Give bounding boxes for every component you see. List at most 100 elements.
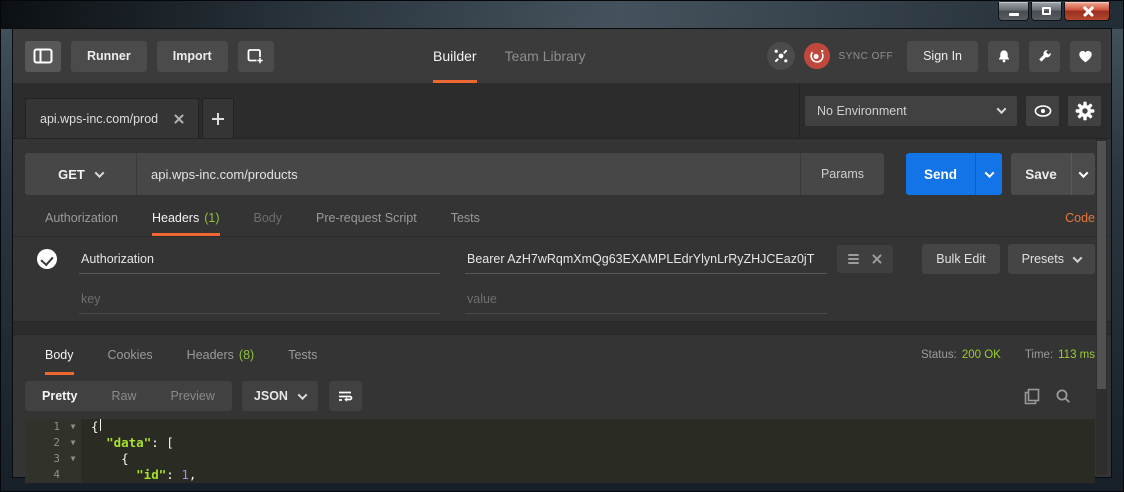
- header-value-input[interactable]: [465, 244, 827, 274]
- environment-preview-button[interactable]: [1026, 96, 1059, 126]
- response-tab-tests[interactable]: Tests: [288, 335, 317, 375]
- window-titlebar[interactable]: [1, 1, 1123, 29]
- viewer-right-icons: [1024, 388, 1095, 405]
- interceptor-button[interactable]: [767, 42, 795, 70]
- environment-area: No Environment: [799, 83, 1111, 138]
- header-key-input[interactable]: [79, 244, 440, 274]
- new-tab-button[interactable]: [202, 98, 234, 138]
- tab-team-library[interactable]: Team Library: [505, 29, 586, 83]
- wrap-text-button[interactable]: [329, 381, 362, 411]
- params-button[interactable]: Params: [800, 153, 884, 195]
- chevron-down-icon: [1079, 168, 1089, 178]
- plus-icon: [212, 113, 224, 125]
- sign-in-button[interactable]: Sign In: [907, 41, 978, 72]
- chevron-down-icon: [1073, 253, 1083, 263]
- header-right-group: SYNC OFF Sign In: [767, 41, 1101, 72]
- copy-icon[interactable]: [1024, 388, 1040, 405]
- header-enabled-checkbox[interactable]: [37, 249, 57, 269]
- view-mode-raw[interactable]: Raw: [94, 381, 153, 411]
- method-selector[interactable]: GET: [25, 153, 137, 195]
- sync-button[interactable]: [803, 42, 831, 70]
- request-editor-tabs: Authorization Headers(1) Body Pre-reques…: [13, 199, 1111, 237]
- response-body-code[interactable]: 1▼{2▼ "data": [3▼ {4 "id": 1,5 "name": "…: [25, 419, 1095, 483]
- save-button[interactable]: Save: [1011, 153, 1095, 195]
- maximize-button[interactable]: [1031, 2, 1062, 21]
- bulk-edit-button[interactable]: Bulk Edit: [922, 244, 999, 274]
- notifications-button[interactable]: [988, 41, 1019, 72]
- response-meta: Status: 200 OK Time: 113 ms: [921, 349, 1095, 361]
- import-button[interactable]: Import: [157, 41, 228, 72]
- tab-strip: api.wps-inc.com/prod No Environment: [13, 83, 1111, 139]
- status-label: Status:: [921, 349, 957, 361]
- sync-status-label: SYNC OFF: [839, 51, 894, 62]
- header-row: Bulk Edit Presets: [25, 239, 1095, 279]
- code-line: 4 "id": 1,: [25, 467, 1095, 483]
- new-window-button[interactable]: [238, 41, 274, 72]
- runner-button[interactable]: Runner: [71, 41, 147, 72]
- tab-authorization[interactable]: Authorization: [45, 199, 118, 236]
- response-tab-body[interactable]: Body: [45, 335, 74, 375]
- generate-code-link[interactable]: Code: [1065, 211, 1095, 225]
- url-row: GET Params Send Save: [25, 153, 1095, 195]
- presets-button[interactable]: Presets: [1008, 244, 1095, 274]
- app-root: Runner Import Builder Team Library SYNC …: [13, 29, 1111, 477]
- status-badge: 200 OK: [962, 349, 1001, 361]
- view-mode-pretty[interactable]: Pretty: [25, 381, 94, 411]
- close-button[interactable]: [1064, 2, 1110, 21]
- text-cursor: [100, 419, 102, 431]
- view-mode-preview[interactable]: Preview: [153, 381, 231, 411]
- maximize-icon: [1042, 7, 1051, 15]
- send-button[interactable]: Send: [906, 153, 1002, 195]
- url-bar: GET Params: [25, 153, 884, 195]
- settings-wrench-button[interactable]: [1029, 41, 1060, 72]
- tab-builder[interactable]: Builder: [433, 29, 477, 83]
- fold-toggle-icon[interactable]: ▼: [65, 419, 81, 435]
- sidebar-layout-icon: [33, 48, 53, 64]
- interceptor-icon: [772, 47, 790, 65]
- response-tab-cookies[interactable]: Cookies: [108, 335, 153, 375]
- drag-handle-icon[interactable]: [848, 254, 859, 264]
- environment-settings-button[interactable]: [1068, 96, 1101, 126]
- header-row-controls: [837, 245, 893, 273]
- header-toolbar: Runner Import Builder Team Library SYNC …: [13, 29, 1111, 83]
- scrollbar-thumb[interactable]: [1097, 141, 1106, 389]
- delete-row-icon[interactable]: [872, 254, 882, 264]
- format-selector[interactable]: JSON: [242, 381, 318, 411]
- headers-editor: Bulk Edit Presets: [13, 237, 1111, 319]
- tab-headers[interactable]: Headers(1): [152, 199, 220, 236]
- bell-icon: [997, 49, 1011, 63]
- sidebar-toggle-button[interactable]: [25, 41, 61, 72]
- tab-body[interactable]: Body: [254, 199, 283, 236]
- new-window-icon: [247, 48, 264, 64]
- chevron-down-icon: [997, 104, 1007, 114]
- chevron-down-icon: [298, 390, 308, 400]
- request-tab-title: api.wps-inc.com/prod: [40, 112, 158, 126]
- send-options-button[interactable]: [975, 153, 1002, 195]
- vertical-scrollbar[interactable]: [1096, 139, 1107, 475]
- save-options-button[interactable]: [1071, 153, 1095, 195]
- fold-toggle-icon[interactable]: ▼: [65, 435, 81, 451]
- new-header-value-input[interactable]: [465, 284, 827, 314]
- view-mode-segmented-control: Pretty Raw Preview: [25, 381, 232, 411]
- new-header-key-input[interactable]: [79, 284, 440, 314]
- request-tab-active[interactable]: api.wps-inc.com/prod: [25, 98, 199, 138]
- minimize-button[interactable]: [998, 2, 1029, 21]
- response-headers-count-badge: (8): [239, 348, 254, 362]
- response-tab-headers[interactable]: Headers(8): [187, 335, 255, 375]
- url-input[interactable]: [137, 153, 800, 195]
- environment-selector[interactable]: No Environment: [805, 96, 1017, 126]
- headers-count-badge: (1): [204, 211, 219, 225]
- gear-icon: [1075, 101, 1095, 121]
- favorites-button[interactable]: [1070, 41, 1101, 72]
- document-tabs: api.wps-inc.com/prod: [13, 83, 799, 138]
- tab-pre-request-script[interactable]: Pre-request Script: [316, 199, 417, 236]
- search-icon[interactable]: [1055, 388, 1071, 404]
- time-label: Time:: [1025, 349, 1053, 361]
- window-controls: [998, 2, 1110, 21]
- tab-tests[interactable]: Tests: [451, 199, 480, 236]
- header-actions: Bulk Edit Presets: [922, 244, 1095, 274]
- close-tab-icon[interactable]: [174, 114, 184, 124]
- code-line: 3▼ {: [25, 451, 1095, 467]
- sync-off-icon: [803, 41, 831, 71]
- fold-toggle-icon[interactable]: ▼: [65, 451, 81, 467]
